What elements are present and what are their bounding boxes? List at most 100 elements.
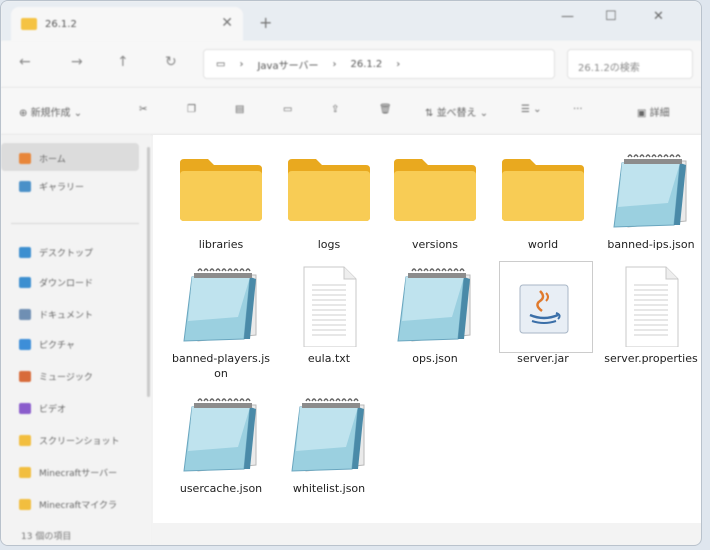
sidebar-item[interactable]: スクリーンショット — [19, 429, 139, 451]
notepad-json-icon — [279, 395, 379, 477]
file-item[interactable]: versions — [385, 151, 485, 252]
view-button[interactable]: ☰ ⌄ — [521, 104, 542, 115]
sidebar-item-label: ホーム — [39, 154, 66, 165]
sidebar-item[interactable]: ホーム — [19, 147, 139, 169]
file-name: ops.json — [412, 352, 458, 365]
file-item[interactable]: eula.txt — [279, 265, 379, 366]
breadcrumb-segment[interactable]: 26.1.2 — [350, 59, 382, 70]
file-name: server.jar — [517, 352, 569, 365]
sidebar-item-label: Minecraftマイクラ — [39, 500, 118, 511]
sidebar-item-label: ミュージック — [39, 372, 93, 383]
close-icon[interactable]: ✕ — [221, 15, 233, 31]
tab-current[interactable]: 26.1.2 ✕ — [11, 7, 243, 41]
file-name: whitelist.json — [292, 482, 366, 495]
sidebar-item[interactable]: ドキュメント — [19, 303, 139, 325]
file-item[interactable]: whitelist.json — [279, 395, 379, 496]
close-window-button[interactable]: ✕ — [653, 9, 664, 24]
file-name: eula.txt — [307, 352, 351, 365]
sidebar-item[interactable]: ギャラリー — [19, 175, 139, 197]
file-name: libraries — [198, 238, 244, 251]
file-name: usercache.json — [179, 482, 263, 495]
sidebar-item[interactable]: ビデオ — [19, 397, 139, 419]
sidebar-item-icon — [19, 466, 31, 478]
sidebar-item[interactable]: デスクトップ — [19, 241, 139, 263]
file-name: versions — [411, 238, 459, 251]
tab-label: 26.1.2 — [45, 18, 77, 30]
file-item[interactable]: world — [493, 151, 593, 252]
refresh-button[interactable]: ↻ — [165, 54, 177, 70]
forward-button[interactable]: → — [71, 54, 83, 70]
up-button[interactable]: ↑ — [117, 54, 129, 70]
sidebar-item-label: ダウンロード — [39, 278, 94, 289]
sidebar-item-label: スクリーンショット — [39, 436, 120, 447]
search-input[interactable]: 26.1.2の検索 — [567, 49, 693, 79]
folder-icon — [385, 151, 485, 233]
sidebar-item-label: ピクチャ — [39, 340, 75, 351]
sort-button[interactable]: ⇅ 並べ替え ⌄ — [425, 104, 488, 119]
file-name: world — [527, 238, 559, 251]
rename-icon[interactable]: ▭ — [283, 104, 292, 115]
sidebar-item-label: ドキュメント — [39, 310, 94, 321]
details-label: 詳細 — [649, 108, 670, 119]
file-name: server.properties — [604, 352, 698, 365]
command-bar: ⊕ 新規作成 ⌄ ✂ ❐ ▤ ▭ ⇪ 🗑 ⇅ 並べ替え ⌄ ☰ ⌄ ··· ▣ … — [1, 88, 701, 135]
file-name: logs — [317, 238, 341, 251]
sidebar-item[interactable]: ダウンロード — [19, 271, 139, 293]
more-button[interactable]: ··· — [573, 104, 583, 115]
sidebar-item-icon — [19, 498, 31, 510]
chevron-right-icon: › — [239, 58, 244, 70]
sidebar-item-label: Minecraftサーバー — [39, 468, 118, 479]
sidebar-item-label: デスクトップ — [39, 248, 94, 259]
sidebar-item[interactable]: Minecraftマイクラ — [19, 493, 139, 515]
title-bar: 26.1.2 ✕ + — ☐ ✕ — [1, 1, 701, 41]
address-bar[interactable]: ▭ › Javaサーバー › 26.1.2 › — [203, 49, 555, 79]
text-file-icon — [279, 265, 379, 348]
delete-icon[interactable]: 🗑 — [379, 104, 392, 115]
sidebar-item[interactable]: Minecraftサーバー — [19, 461, 139, 483]
file-item[interactable]: libraries — [171, 151, 271, 252]
chevron-right-icon: › — [396, 58, 401, 70]
java-jar-icon — [493, 265, 593, 347]
paste-icon[interactable]: ▤ — [235, 104, 244, 115]
file-item[interactable]: logs — [279, 151, 379, 252]
copy-icon[interactable]: ❐ — [187, 104, 196, 115]
computer-icon: ▭ — [216, 58, 226, 70]
sidebar-item[interactable]: ミュージック — [19, 365, 139, 387]
file-item[interactable]: banned-players.json — [171, 265, 271, 381]
item-count: 13 個の項目 — [21, 532, 72, 542]
file-name: banned-ips.json — [607, 238, 695, 251]
file-view: libraries logs versions world banned-ips.jso… — [153, 135, 701, 523]
new-tab-button[interactable]: + — [259, 13, 272, 32]
sidebar-item-icon — [19, 180, 31, 192]
explorer-window: 26.1.2 ✕ + — ☐ ✕ ← → ↑ ↻ ▭ › Javaサーバー › … — [0, 0, 702, 546]
cut-icon[interactable]: ✂ — [139, 104, 147, 115]
notepad-json-icon — [385, 265, 485, 347]
details-button[interactable]: ▣ 詳細 — [637, 104, 670, 119]
sidebar-item[interactable]: ピクチャ — [19, 333, 139, 355]
file-item[interactable]: banned-ips.json — [601, 151, 701, 252]
new-button[interactable]: ⊕ 新規作成 ⌄ — [19, 104, 82, 119]
sidebar-item-icon — [19, 308, 31, 320]
breadcrumb-segment[interactable]: Javaサーバー — [257, 57, 318, 72]
back-button[interactable]: ← — [19, 54, 31, 70]
sidebar-item-label: ギャラリー — [39, 182, 85, 193]
folder-icon — [171, 151, 271, 233]
sidebar-scrollbar[interactable] — [147, 147, 150, 397]
sidebar-item-icon — [19, 402, 31, 414]
sidebar-item-label: ビデオ — [39, 404, 67, 415]
minimize-button[interactable]: — — [561, 9, 574, 24]
status-bar: 13 個の項目 — [1, 523, 701, 545]
notepad-json-icon — [171, 395, 271, 477]
sidebar-item-icon — [19, 434, 31, 446]
sort-label: 並べ替え — [436, 108, 477, 119]
sidebar-item-icon — [19, 338, 31, 350]
sidebar-item-icon — [19, 246, 31, 258]
file-item[interactable]: server.properties — [601, 265, 701, 366]
sidebar-divider — [11, 223, 139, 224]
share-icon[interactable]: ⇪ — [331, 104, 339, 115]
file-item[interactable]: server.jar — [493, 265, 593, 366]
notepad-json-icon — [171, 265, 271, 347]
maximize-button[interactable]: ☐ — [605, 9, 617, 24]
file-item[interactable]: ops.json — [385, 265, 485, 366]
file-item[interactable]: usercache.json — [171, 395, 271, 496]
